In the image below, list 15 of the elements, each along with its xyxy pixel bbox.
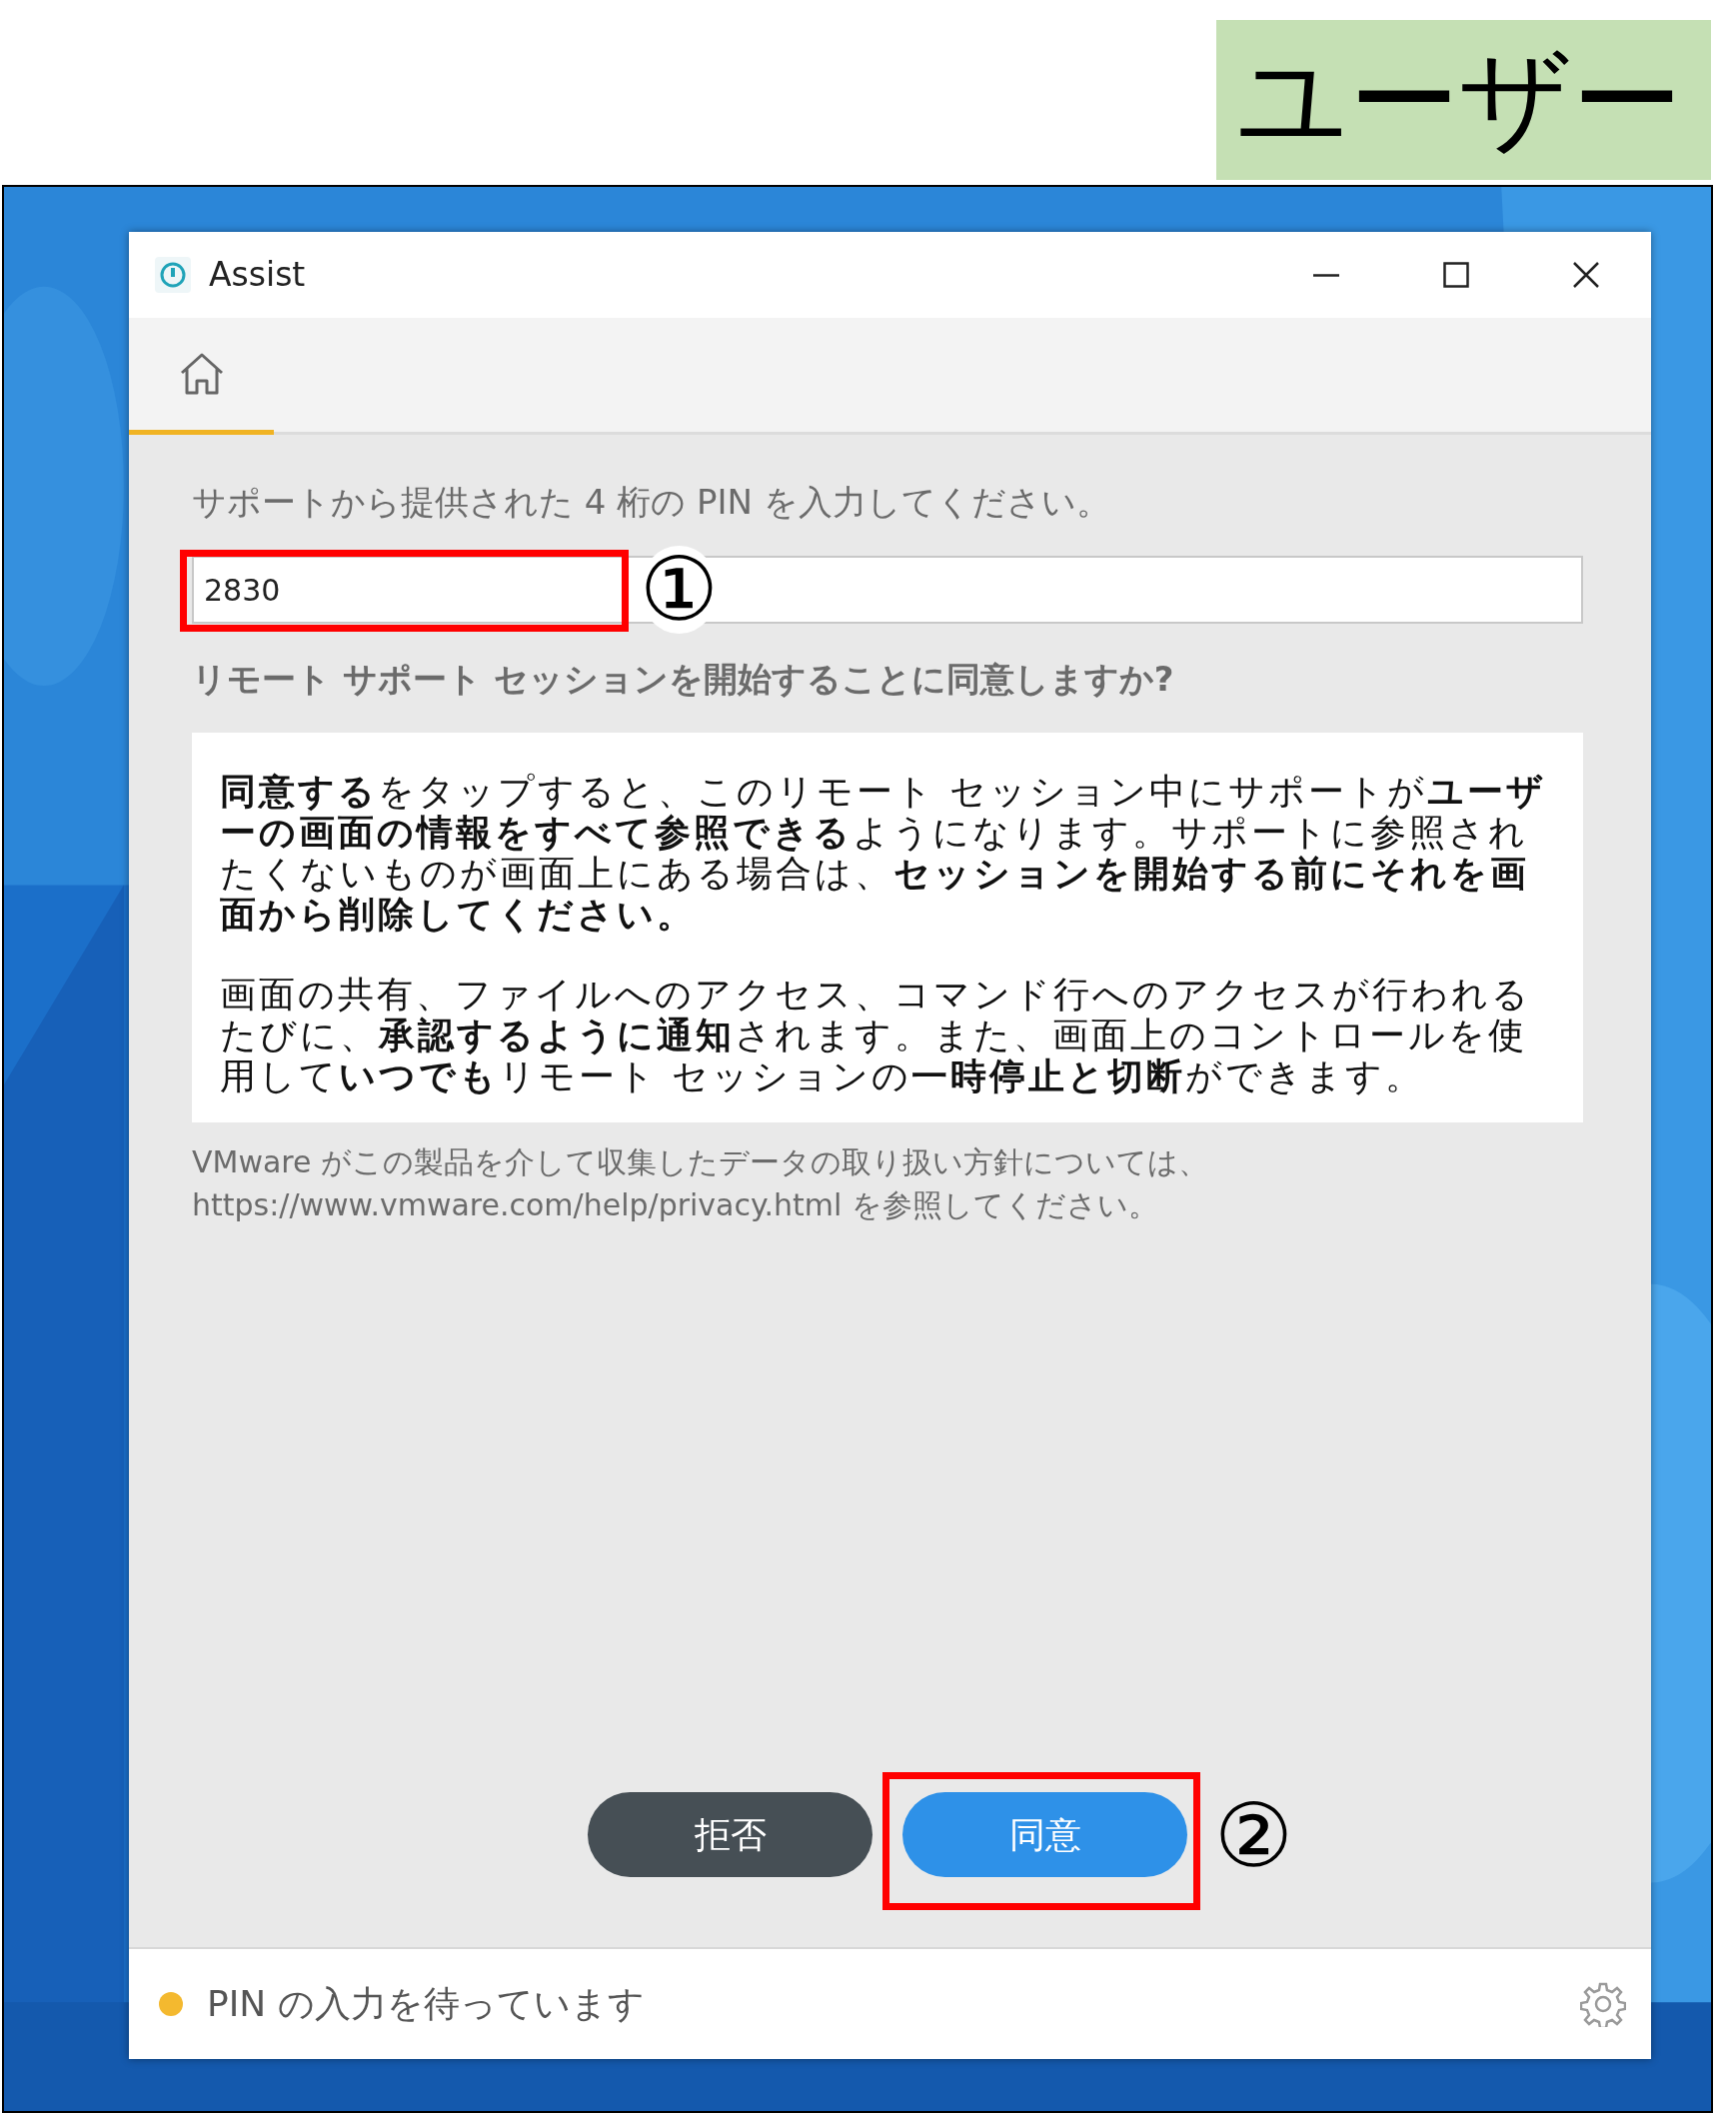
close-icon [1573, 262, 1599, 288]
consent-question: リモート サポート セッションを開始することに同意しますか? [192, 658, 1175, 701]
window-title: Assist [209, 254, 306, 297]
settings-icon[interactable] [1580, 1981, 1626, 2027]
status-text: PIN の入力を待っています [207, 1982, 645, 2026]
privacy-note: VMware がこの製品を介して収集したデータの取り扱い方針については、https://www.vmware.com/help/privacy.html を参照してください。 [192, 1143, 1209, 1224]
consent-paragraph: 画面の共有、ファイルへのアクセス、コマンド行へのアクセスが行われるたびに、承認するように通知されます。また、画面上のコントロールを使用していつでもリモート セッションの一時停止と切断ができます。 [220, 975, 1532, 1096]
step-number: ② [1214, 1792, 1293, 1880]
app-logo-icon [155, 257, 191, 293]
minimize-icon [1313, 273, 1339, 277]
consent-paragraph: 同意するをタップすると、このリモート セッション中にサポートがユーザーの画面の情報をすべて参照できるようになります。サポートに参照されたくないものが画面上にある場合は、セッションを開始する前にそれを画面から削除してください。 [220, 771, 1548, 935]
decline-button[interactable]: 拒否 [588, 1792, 872, 1877]
caption-label: ユーザー [1216, 20, 1711, 180]
maximize-icon [1443, 262, 1469, 288]
pin-prompt: サポートから提供された 4 桁の PIN を入力してください。 [192, 481, 1111, 524]
